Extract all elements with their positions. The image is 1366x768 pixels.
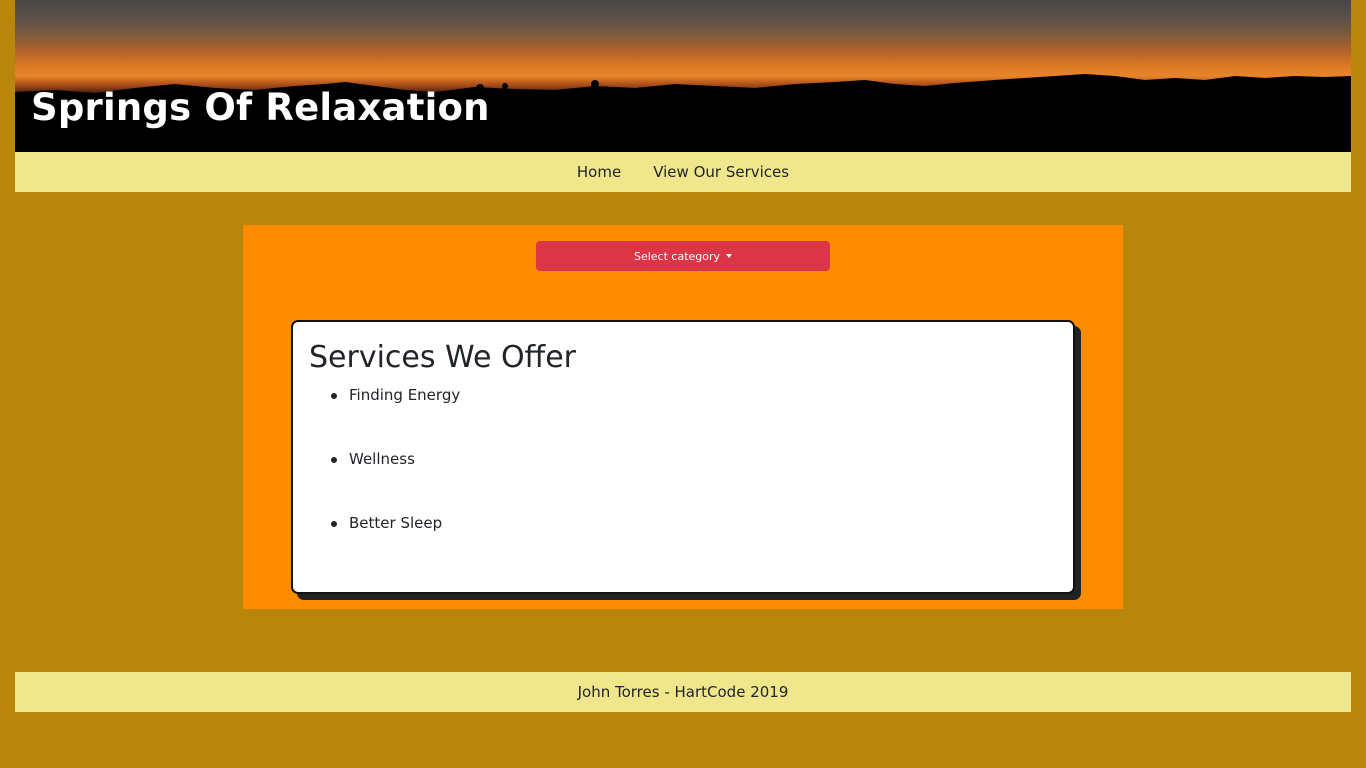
services-title: Services We Offer xyxy=(309,340,577,375)
main-panel: Select category Services We Offer Findin… xyxy=(243,225,1123,609)
bullet-icon xyxy=(331,393,337,399)
services-list: Finding Energy Wellness Better Sleep xyxy=(331,386,460,578)
nav-link-home[interactable]: Home xyxy=(561,163,637,181)
list-item: Finding Energy xyxy=(331,386,460,450)
services-card: Services We Offer Finding Energy Wellnes… xyxy=(291,320,1075,594)
service-label: Better Sleep xyxy=(349,514,443,532)
nav-link-view-our-services[interactable]: View Our Services xyxy=(637,163,805,181)
site-title: Springs Of Relaxation xyxy=(31,86,490,129)
list-item: Better Sleep xyxy=(331,514,460,578)
select-category-dropdown[interactable]: Select category xyxy=(536,241,830,271)
service-label: Wellness xyxy=(349,450,415,468)
service-label: Finding Energy xyxy=(349,386,461,404)
list-item: Wellness xyxy=(331,450,460,514)
footer-text: John Torres - HartCode 2019 xyxy=(577,683,789,701)
sunset-mountains-image xyxy=(15,74,1351,152)
header-banner: Springs Of Relaxation xyxy=(15,0,1351,152)
bullet-icon xyxy=(331,521,337,527)
caret-down-icon xyxy=(726,254,733,258)
footer: John Torres - HartCode 2019 xyxy=(15,672,1351,712)
page: Springs Of Relaxation Home View Our Serv… xyxy=(0,0,1366,768)
bullet-icon xyxy=(331,457,337,463)
dropdown-label: Select category xyxy=(633,249,721,263)
navbar: Home View Our Services xyxy=(15,152,1351,192)
